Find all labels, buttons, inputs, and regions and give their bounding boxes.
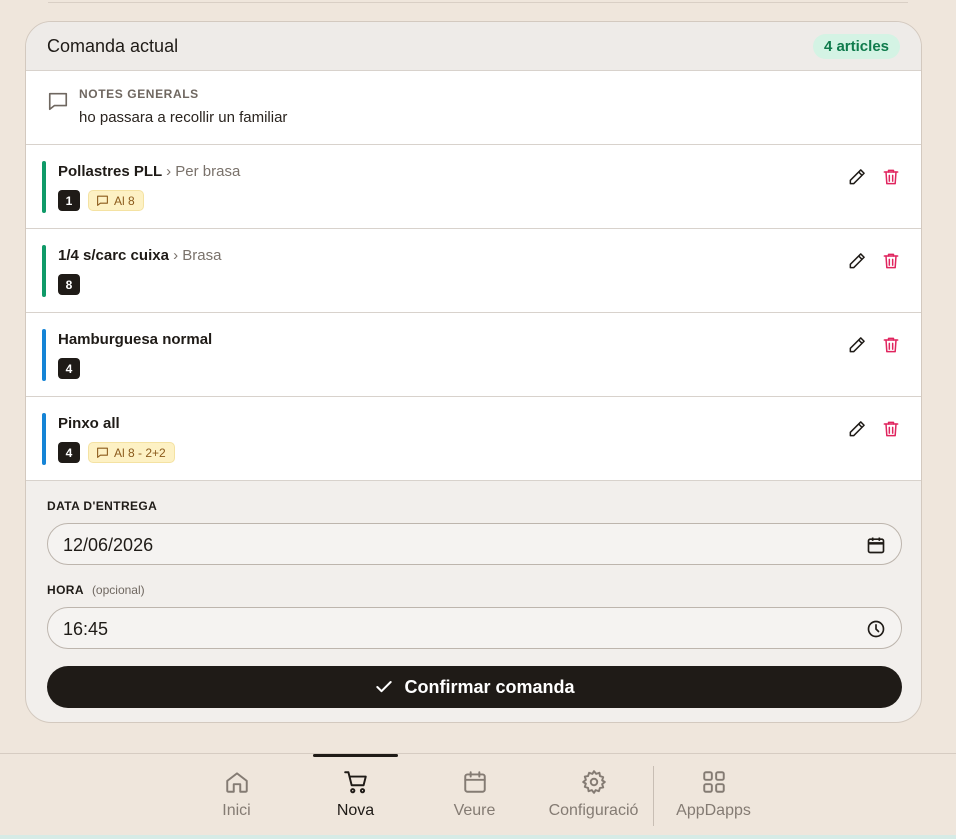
edit-item-button[interactable] — [847, 335, 867, 355]
item-category-bar — [42, 413, 46, 465]
item-category-bar — [42, 161, 46, 213]
item-subcategory: › Brasa — [173, 247, 222, 264]
nav-label: Inici — [222, 802, 251, 819]
gear-icon — [581, 770, 606, 794]
cart-icon — [343, 771, 367, 794]
calendar-icon — [463, 771, 486, 793]
check-icon — [376, 681, 393, 693]
apps-grid-icon — [702, 771, 725, 793]
delivery-date-value: 12/06/2026 — [63, 535, 154, 555]
delivery-date-label: DATA D'ENTREGA — [47, 499, 158, 513]
edit-item-button[interactable] — [847, 251, 867, 271]
quantity-badge: 4 — [58, 442, 80, 463]
items-count-badge: 4 articles — [812, 33, 900, 59]
item-subcategory: › Per brasa — [166, 163, 241, 180]
item-name: 1/4 s/carc cuixa › Brasa — [58, 247, 221, 264]
general-notes: NOTES GENERALS ho passara a recollir un … — [26, 71, 921, 145]
previous-card-edge — [48, 0, 908, 3]
item-name: Pinxo all — [58, 415, 120, 432]
order-item: Pinxo all 4 Al 8 - 2+2 — [26, 397, 921, 481]
delete-item-button[interactable] — [881, 419, 901, 439]
bottom-edge-strip — [0, 835, 956, 839]
item-name-text: Pollastres PLL — [58, 163, 162, 180]
clock-icon[interactable] — [866, 619, 886, 639]
nav-item-nova[interactable]: Nova — [296, 754, 415, 836]
nav-item-veure[interactable]: Veure — [415, 754, 534, 836]
order-item: Hamburguesa normal 4 — [26, 313, 921, 397]
order-item: Pollastres PLL › Per brasa 1 Al 8 — [26, 145, 921, 229]
notes-text: ho passara a recollir un familiar — [79, 109, 288, 126]
calendar-icon[interactable] — [866, 535, 886, 555]
edit-item-button[interactable] — [847, 167, 867, 187]
quantity-badge: 4 — [58, 358, 80, 379]
item-meta: 4 — [58, 358, 80, 379]
bottom-navigation: Inici Nova Veure Configuració AppDapps — [0, 753, 956, 836]
nav-item-configuracio[interactable]: Configuració — [534, 754, 653, 836]
item-category-bar — [42, 329, 46, 381]
message-icon — [97, 195, 108, 206]
home-icon — [225, 772, 248, 793]
time-input[interactable]: 16:45 — [47, 607, 902, 649]
confirm-order-button[interactable]: Confirmar comanda — [47, 666, 902, 708]
nav-item-inici[interactable]: Inici — [177, 754, 296, 836]
time-label-text: HORA — [47, 583, 84, 597]
item-note-chip: Al 8 — [88, 190, 144, 211]
item-note-text: Al 8 — [114, 193, 135, 208]
nav-label: Nova — [336, 802, 375, 819]
edit-item-button[interactable] — [847, 419, 867, 439]
item-note-chip: Al 8 - 2+2 — [88, 442, 175, 463]
item-name: Hamburguesa normal — [58, 331, 212, 348]
item-note-text: Al 8 - 2+2 — [114, 445, 166, 460]
order-header: Comanda actual 4 articles — [26, 22, 921, 71]
item-name: Pollastres PLL › Per brasa — [58, 163, 240, 180]
nav-label: AppDapps — [676, 802, 751, 819]
nav-label: Configuració — [548, 802, 639, 819]
nav-label: Veure — [453, 802, 496, 819]
item-meta: 4 Al 8 - 2+2 — [58, 442, 175, 463]
nav-item-appdapps[interactable]: AppDapps — [654, 754, 773, 836]
item-name-text: Pinxo all — [58, 415, 120, 432]
item-meta: 1 Al 8 — [58, 190, 144, 211]
time-optional-hint: (opcional) — [91, 583, 145, 597]
order-item: 1/4 s/carc cuixa › Brasa 8 — [26, 229, 921, 313]
current-order-card: Comanda actual 4 articles NOTES GENERALS… — [25, 21, 922, 723]
delivery-form: DATA D'ENTREGA 12/06/2026 HORA (opcional)… — [26, 481, 921, 722]
quantity-badge: 1 — [58, 190, 80, 211]
delivery-date-input[interactable]: 12/06/2026 — [47, 523, 902, 565]
time-value: 16:45 — [63, 619, 109, 639]
item-meta: 8 — [58, 274, 80, 295]
order-title: Comanda actual — [47, 35, 179, 56]
notes-label: NOTES GENERALS — [79, 87, 199, 101]
item-name-text: 1/4 s/carc cuixa — [58, 247, 169, 264]
delete-item-button[interactable] — [881, 251, 901, 271]
delete-item-button[interactable] — [881, 167, 901, 187]
message-icon — [97, 447, 108, 458]
message-icon — [48, 92, 68, 111]
confirm-order-label: Confirmar comanda — [404, 676, 575, 697]
item-name-text: Hamburguesa normal — [58, 331, 213, 348]
quantity-badge: 8 — [58, 274, 80, 295]
delete-item-button[interactable] — [881, 335, 901, 355]
item-category-bar — [42, 245, 46, 297]
time-label: HORA (opcional) — [47, 583, 145, 597]
